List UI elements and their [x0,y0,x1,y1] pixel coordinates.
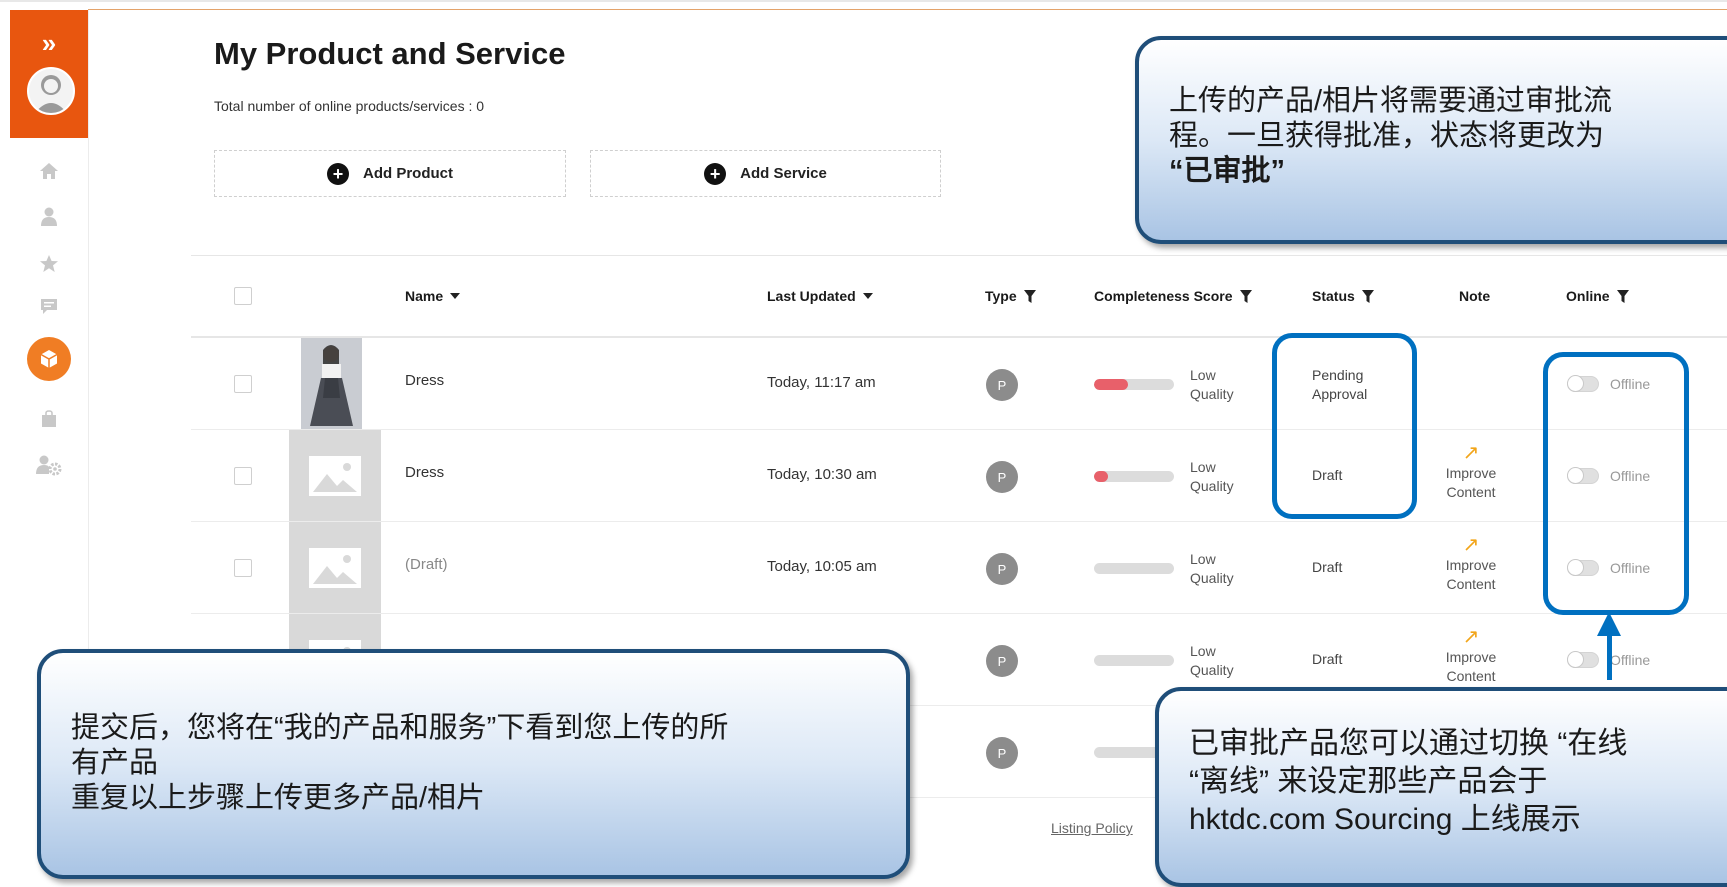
listing-policy-link[interactable]: Listing Policy [1051,820,1133,836]
product-icon [40,350,58,368]
product-thumbnail[interactable] [289,522,381,613]
quality-label: Low Quality [1190,459,1234,494]
product-photo-image [301,338,362,429]
select-all-checkbox[interactable] [234,287,252,305]
completeness-bar [1094,655,1174,666]
user-settings-icon [36,455,62,476]
sidebar-item-products[interactable] [27,337,71,381]
product-name[interactable]: Dress [405,372,444,389]
type-badge: P [986,369,1018,401]
online-count-text: Total number of online products/services… [214,98,485,114]
completeness-bar-fill [1094,379,1128,390]
user-icon [41,207,57,226]
home-icon [40,163,58,179]
product-thumbnail[interactable] [301,338,362,429]
table-row[interactable]: (Draft) Today, 10:05 am P Low Quality Dra… [191,522,1727,614]
online-highlight-box [1543,352,1689,615]
sidebar-item-profile[interactable] [10,202,88,232]
completeness-bar [1094,563,1174,574]
column-type[interactable]: Type [985,288,1036,304]
trending-up-icon: ↗ [1462,534,1480,556]
add-service-button[interactable]: + Add Service [590,150,941,197]
improve-content-link[interactable]: ↗ Improve Content [1436,626,1506,686]
toggle-switch[interactable] [1567,651,1599,668]
column-status[interactable]: Status [1312,288,1374,304]
column-last-updated[interactable]: Last Updated [767,288,873,304]
type-badge: P [986,737,1018,769]
add-product-label: Add Product [363,165,453,182]
status-text: Draft [1312,651,1343,667]
product-name[interactable]: (Draft) [405,556,448,573]
sort-down-icon [450,293,461,299]
add-product-button[interactable]: + Add Product [214,150,566,197]
quality-label: Low Quality [1190,551,1234,586]
row-checkbox[interactable] [234,375,252,393]
status-text: Draft [1312,559,1343,575]
table-row[interactable]: Dress Today, 11:17 am P Low Quality Pendi… [191,338,1727,430]
product-name[interactable]: Dress [405,464,444,481]
row-checkbox[interactable] [234,559,252,577]
column-note: Note [1459,288,1491,304]
callout-arrow-shaft [1607,632,1612,680]
completeness-bar [1094,379,1174,390]
trending-up-icon: ↗ [1462,442,1480,464]
top-border [0,0,1727,2]
type-badge: P [986,553,1018,585]
last-updated: Today, 10:30 am [767,466,877,483]
star-icon [40,254,58,272]
expand-icon[interactable]: » [10,28,88,58]
approval-callout: 上传的产品/相片将需要通过审批流 程。一旦获得批准，状态将更改为 “已审批” [1135,36,1727,244]
type-badge: P [986,461,1018,493]
message-icon [41,299,57,314]
completeness-bar [1094,471,1174,482]
user-avatar-icon [35,75,67,113]
column-online[interactable]: Online [1566,288,1629,304]
table-row[interactable]: Dress Today, 10:30 am P Low Quality Draft… [191,430,1727,522]
callout-arrow-head [1597,612,1621,636]
sidebar-item-shopping[interactable] [10,404,88,434]
image-placeholder-icon [309,547,361,588]
header-accent-line [88,9,1727,10]
improve-content-link[interactable]: ↗ Improve Content [1436,442,1506,502]
last-updated: Today, 10:05 am [767,558,877,575]
page-title: My Product and Service [214,36,566,71]
filter-icon [1616,289,1629,303]
status-highlight-box [1272,333,1417,519]
sidebar-item-home[interactable] [10,156,88,186]
sort-down-icon [862,293,873,299]
product-thumbnail[interactable] [289,430,381,521]
sidebar-item-favourites[interactable] [10,248,88,278]
improve-content-link[interactable]: ↗ Improve Content [1436,534,1506,594]
quality-label: Low Quality [1190,367,1234,402]
add-service-label: Add Service [740,165,827,182]
avatar[interactable] [27,67,75,115]
column-completeness[interactable]: Completeness Score [1094,288,1252,304]
online-toggle-callout: 已审批产品您可以通过切换 “在线 “离线” 来设定那些产品会于 hktdc.co… [1155,687,1727,887]
sidebar-header: » [10,10,88,138]
filter-icon [1239,289,1252,303]
completeness-bar-fill [1094,471,1109,482]
online-status-label: Offline [1610,652,1651,668]
bag-icon [42,410,56,427]
submission-callout: 提交后，您将在“我的产品和服务”下看到您上传的所 有产品 重复以上步骤上传更多产… [37,649,910,879]
last-updated: Today, 11:17 am [767,374,876,391]
filter-icon [1361,289,1374,303]
plus-icon: + [327,162,349,185]
sidebar-item-account-settings[interactable] [10,450,88,480]
image-placeholder-icon [309,455,361,496]
table-header: Name Last Updated Type Completeness Scor… [191,255,1727,338]
plus-icon: + [704,162,727,185]
trending-up-icon: ↗ [1462,626,1480,648]
quality-label: Low Quality [1190,643,1234,678]
type-badge: P [986,645,1018,677]
column-name[interactable]: Name [405,288,461,304]
sidebar-item-messages[interactable] [10,292,88,322]
row-checkbox[interactable] [234,467,252,485]
filter-icon [1023,289,1036,303]
